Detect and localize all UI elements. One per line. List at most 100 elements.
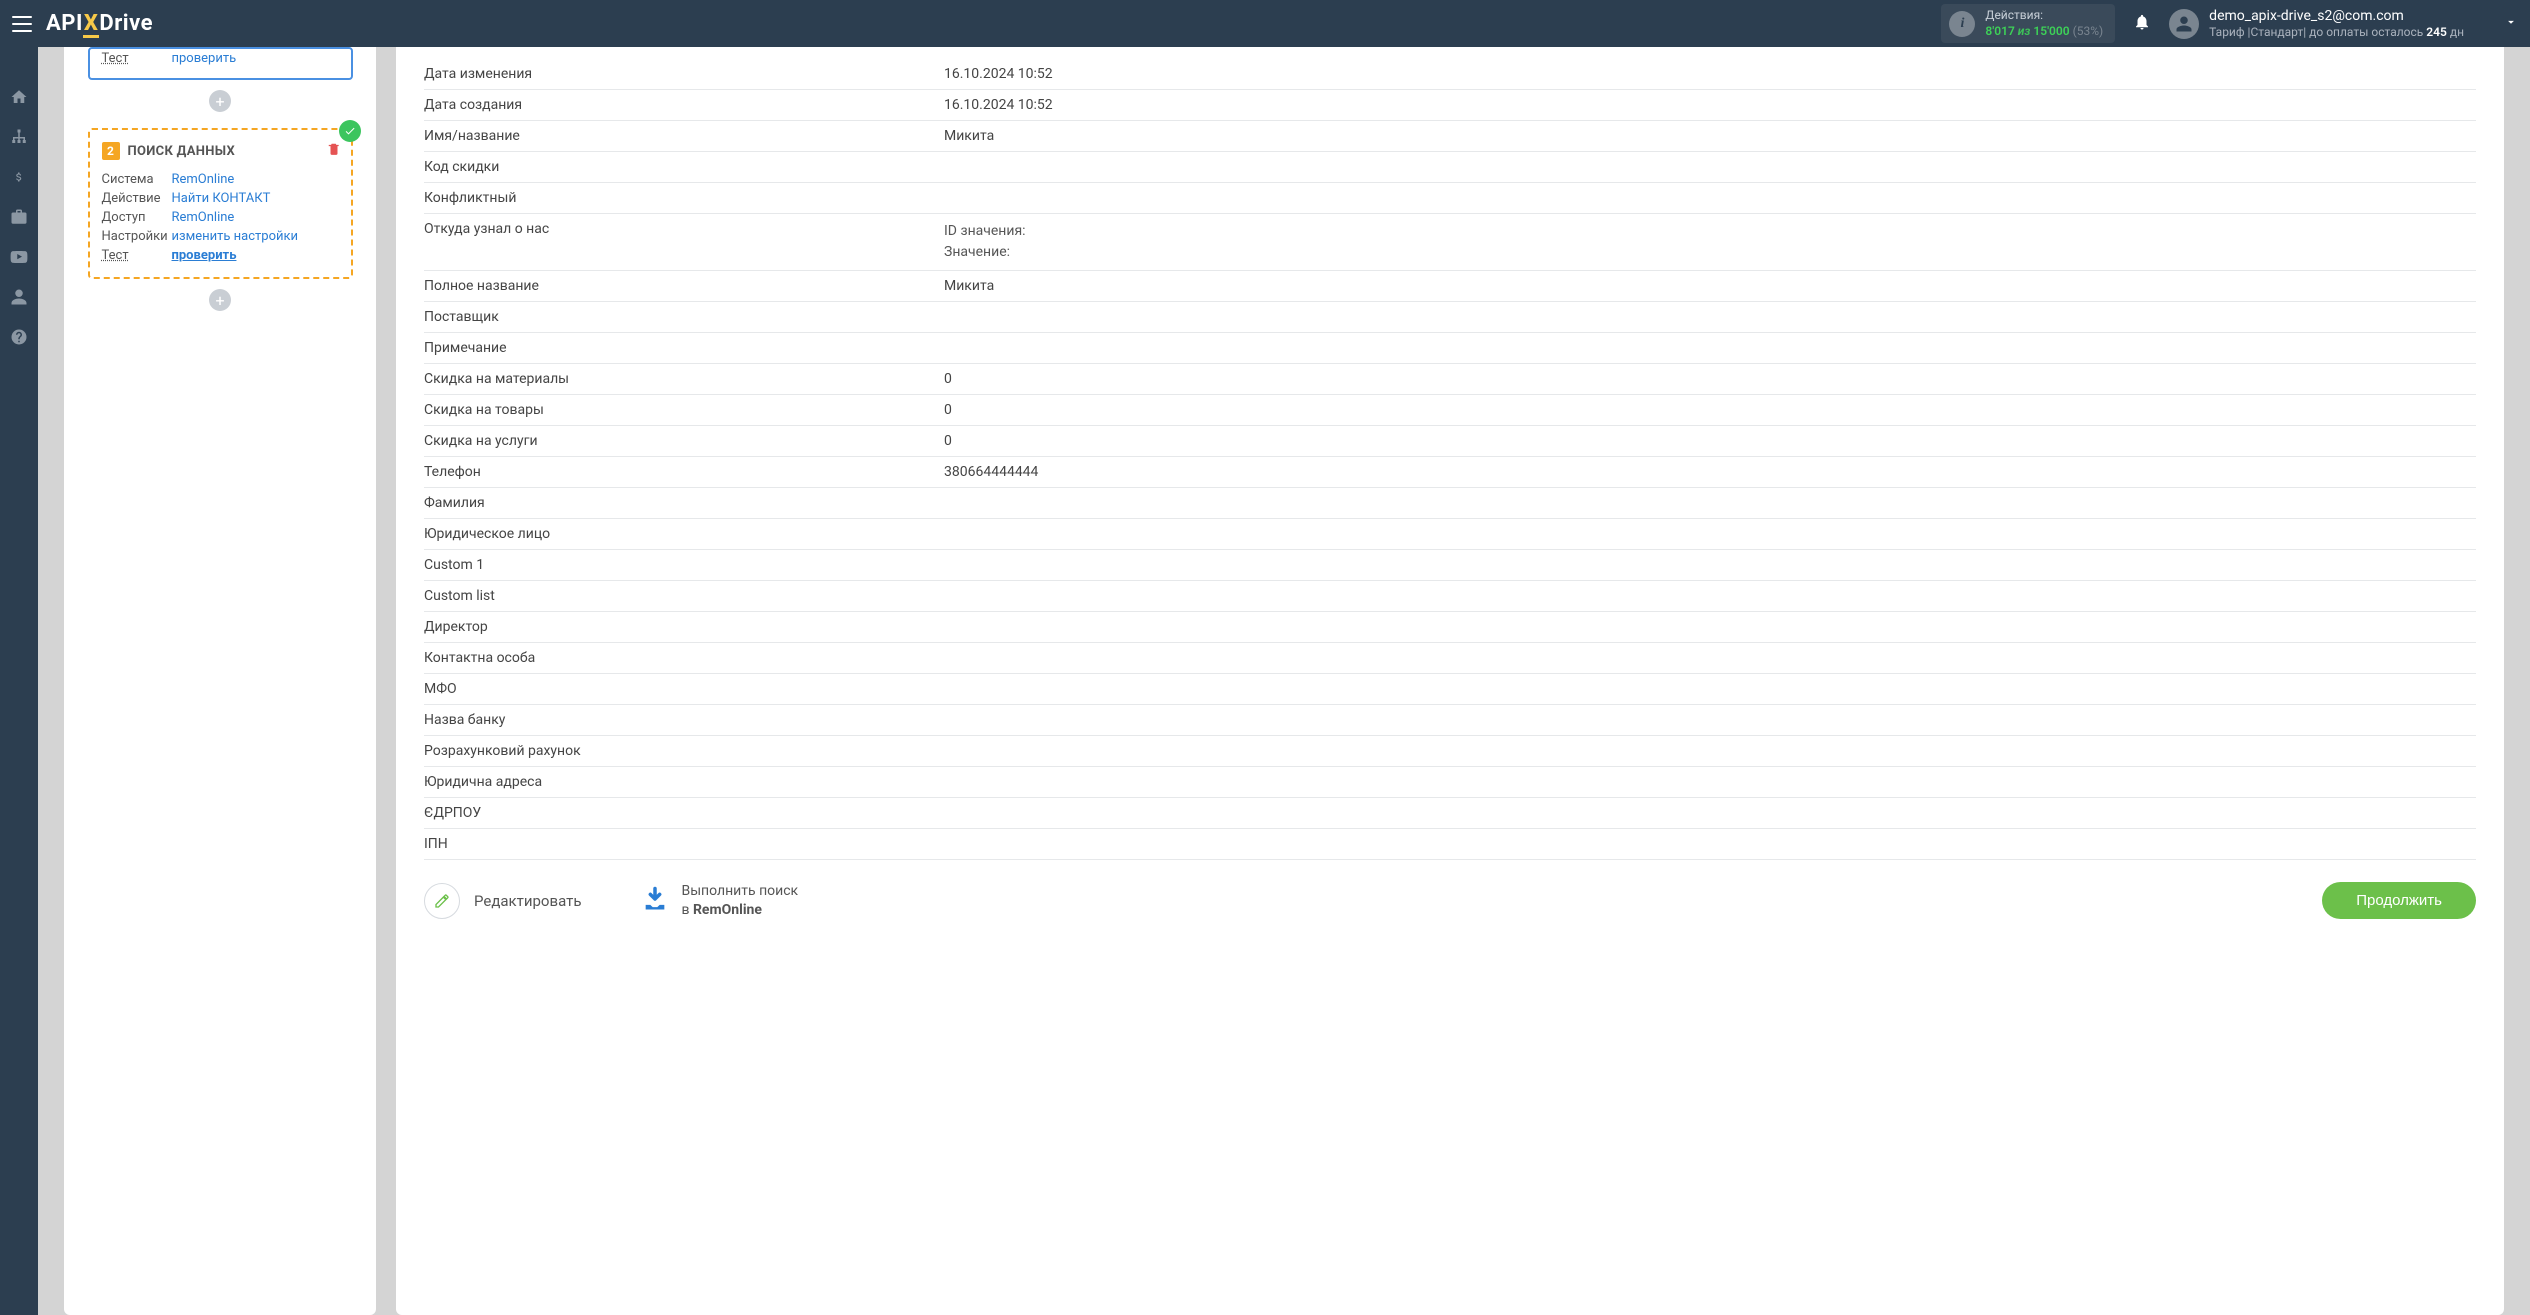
- details-panel: Дата изменения16.10.2024 10:52Дата созда…: [396, 47, 2504, 1315]
- detail-row: Имя/названиеМикита: [424, 121, 2476, 152]
- detail-row: ЄДРПОУ: [424, 798, 2476, 829]
- detail-row: Назва банку: [424, 705, 2476, 736]
- detail-value: [944, 643, 2476, 673]
- detail-value: [944, 581, 2476, 611]
- detail-row: Юридическое лицо: [424, 519, 2476, 550]
- user-email: demo_apix-drive_s2@com.com: [2209, 7, 2464, 25]
- detail-key: Поставщик: [424, 302, 944, 332]
- pencil-icon: [424, 883, 460, 919]
- continue-button[interactable]: Продолжить: [2322, 882, 2476, 919]
- detail-value: [944, 612, 2476, 642]
- detail-value: [944, 519, 2476, 549]
- user-menu[interactable]: demo_apix-drive_s2@com.com Тариф |Станда…: [2169, 7, 2518, 41]
- logo-text-pre: API: [46, 11, 83, 36]
- sidebar-briefcase-icon[interactable]: [9, 207, 29, 227]
- detail-key: Имя/название: [424, 121, 944, 151]
- chevron-down-icon: [2504, 15, 2518, 33]
- detail-key: Дата создания: [424, 90, 944, 120]
- add-step-button[interactable]: +: [209, 90, 231, 112]
- detail-key: Скидка на товары: [424, 395, 944, 425]
- detail-value: 16.10.2024 10:52: [944, 59, 2476, 89]
- run-search-button[interactable]: Выполнить поиск в RemOnline: [641, 882, 798, 918]
- detail-key: ЄДРПОУ: [424, 798, 944, 828]
- avatar-icon: [2169, 9, 2199, 39]
- detail-value: [944, 736, 2476, 766]
- link-settings[interactable]: изменить настройки: [172, 229, 299, 244]
- actions-counter[interactable]: i Действия: 8'017 из 15'000 (53%): [1941, 4, 2115, 43]
- detail-value: 0: [944, 364, 2476, 394]
- detail-key: Скидка на услуги: [424, 426, 944, 456]
- link-access[interactable]: RemOnline: [172, 210, 235, 225]
- detail-row: Откуда узнал о насID значения:Значение:: [424, 214, 2476, 271]
- info-icon: i: [1949, 11, 1975, 37]
- detail-key: Откуда узнал о нас: [424, 214, 944, 270]
- sidebar-billing-icon[interactable]: [9, 167, 29, 187]
- link-system[interactable]: RemOnline: [172, 172, 235, 187]
- detail-key: Розрахунковий рахунок: [424, 736, 944, 766]
- detail-key: Скидка на материалы: [424, 364, 944, 394]
- detail-value: [944, 798, 2476, 828]
- detail-value: [944, 488, 2476, 518]
- edit-button[interactable]: Редактировать: [424, 883, 581, 919]
- step-card-source[interactable]: Тестпроверить: [88, 47, 353, 80]
- detail-value: [944, 705, 2476, 735]
- detail-row: Поставщик: [424, 302, 2476, 333]
- delete-step-icon[interactable]: [327, 142, 341, 160]
- menu-toggle[interactable]: [12, 16, 32, 32]
- sidebar-connections-icon[interactable]: [9, 127, 29, 147]
- detail-row: Custom 1: [424, 550, 2476, 581]
- detail-row: Фамилия: [424, 488, 2476, 519]
- check-icon: [339, 120, 361, 142]
- link-action[interactable]: Найти КОНТАКТ: [172, 191, 271, 206]
- detail-row: ІПН: [424, 829, 2476, 860]
- detail-value: [944, 550, 2476, 580]
- detail-value: [944, 829, 2476, 859]
- detail-key: Назва банку: [424, 705, 944, 735]
- download-icon: [641, 885, 669, 917]
- detail-value: [944, 767, 2476, 797]
- logo[interactable]: APIXDrive: [46, 11, 153, 36]
- detail-key: Юридическое лицо: [424, 519, 944, 549]
- detail-row: Конфликтный: [424, 183, 2476, 214]
- detail-key: Юридична адреса: [424, 767, 944, 797]
- detail-value: ID значения:Значение:: [944, 214, 2476, 270]
- detail-value: [944, 674, 2476, 704]
- link-check[interactable]: проверить: [172, 51, 237, 66]
- detail-key: Примечание: [424, 333, 944, 363]
- detail-row: Полное названиеМикита: [424, 271, 2476, 302]
- detail-key: ІПН: [424, 829, 944, 859]
- sidebar-help-icon[interactable]: [9, 327, 29, 347]
- edit-label: Редактировать: [474, 892, 581, 910]
- detail-key: МФО: [424, 674, 944, 704]
- detail-key: Custom list: [424, 581, 944, 611]
- user-tariff: Тариф |Стандарт| до оплаты осталось 245 …: [2209, 25, 2464, 41]
- detail-row: Скидка на товары0: [424, 395, 2476, 426]
- detail-key: Телефон: [424, 457, 944, 487]
- detail-row: Розрахунковий рахунок: [424, 736, 2476, 767]
- detail-value: 0: [944, 426, 2476, 456]
- detail-row: Телефон380664444444: [424, 457, 2476, 488]
- sidebar-home-icon[interactable]: [9, 87, 29, 107]
- detail-row: Custom list: [424, 581, 2476, 612]
- sidebar-youtube-icon[interactable]: [9, 247, 29, 267]
- detail-row: МФО: [424, 674, 2476, 705]
- notifications-bell-icon[interactable]: [2133, 13, 2151, 35]
- detail-row: Контактна особа: [424, 643, 2476, 674]
- detail-key: Директор: [424, 612, 944, 642]
- detail-row: Директор: [424, 612, 2476, 643]
- detail-row: Дата создания16.10.2024 10:52: [424, 90, 2476, 121]
- label-test: Тест: [102, 51, 172, 66]
- detail-row: Скидка на материалы0: [424, 364, 2476, 395]
- add-step-button-2[interactable]: +: [209, 289, 231, 311]
- sidebar-user-icon[interactable]: [9, 287, 29, 307]
- detail-key: Custom 1: [424, 550, 944, 580]
- step-card-search[interactable]: 2 ПОИСК ДАННЫХ СистемаRemOnline Действие…: [88, 128, 353, 279]
- detail-key: Код скидки: [424, 152, 944, 182]
- steps-panel: Тестпроверить + 2 ПОИСК ДАННЫХ СистемаRe…: [64, 47, 376, 1315]
- detail-row: Дата изменения16.10.2024 10:52: [424, 59, 2476, 90]
- detail-key: Конфликтный: [424, 183, 944, 213]
- logo-x: X: [83, 11, 100, 36]
- step-number: 2: [102, 142, 120, 160]
- detail-row: Скидка на услуги0: [424, 426, 2476, 457]
- link-test[interactable]: проверить: [172, 248, 237, 263]
